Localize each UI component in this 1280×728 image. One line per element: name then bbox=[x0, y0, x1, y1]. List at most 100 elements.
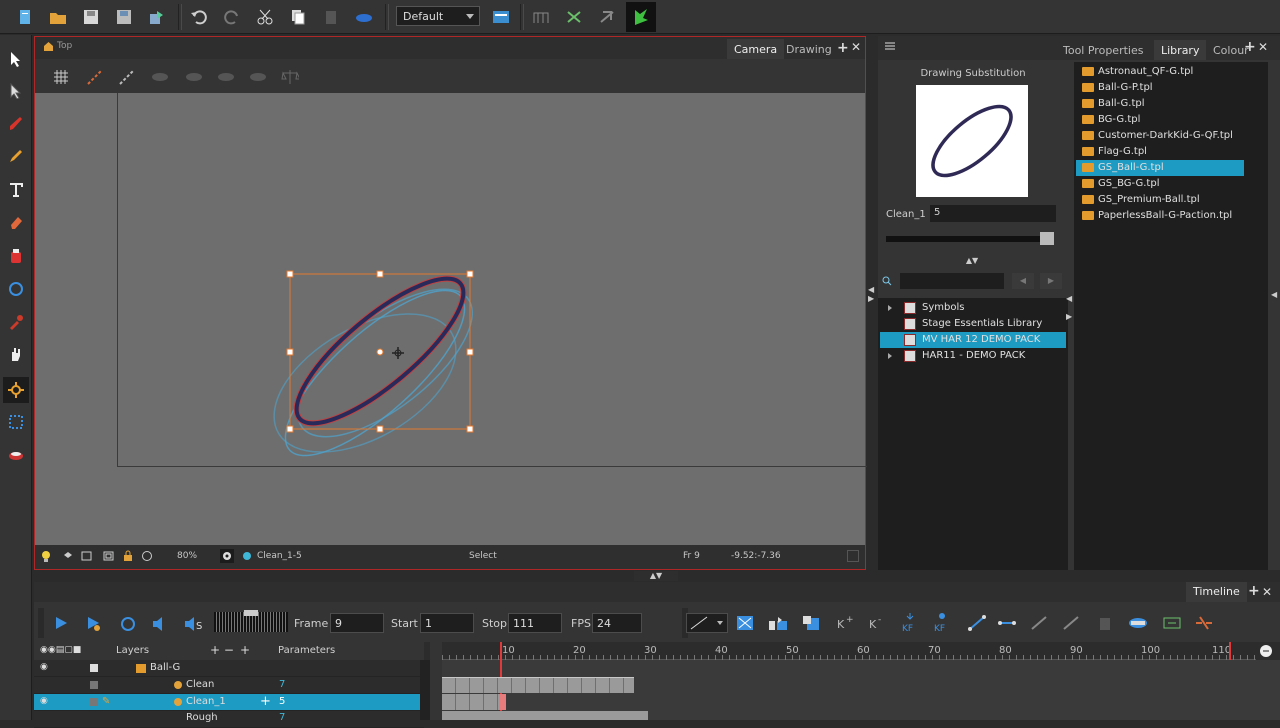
save-icon[interactable] bbox=[80, 6, 102, 28]
transform-tool-icon[interactable] bbox=[3, 377, 29, 403]
sound-scrub-icon[interactable]: S bbox=[184, 616, 204, 632]
set-keyframe-icon[interactable]: KF bbox=[900, 612, 920, 632]
tree-item-mv-har12[interactable]: MV HAR 12 DEMO PACK bbox=[880, 332, 1066, 348]
zoom-timeline-icon[interactable] bbox=[1256, 642, 1280, 660]
tool3-icon[interactable] bbox=[596, 6, 618, 28]
delete-icon[interactable] bbox=[1098, 615, 1112, 631]
redo-icon[interactable] bbox=[221, 6, 243, 28]
vertical-splitter[interactable]: ▲▼ bbox=[634, 571, 678, 581]
play-icon[interactable] bbox=[54, 616, 68, 630]
search-prev-icon[interactable]: ◀ bbox=[1012, 273, 1034, 289]
import-icon[interactable] bbox=[146, 6, 168, 28]
cut-icon[interactable] bbox=[254, 6, 276, 28]
clone-icon[interactable] bbox=[1128, 615, 1148, 631]
layer-row[interactable]: ◉ Ball-G bbox=[34, 660, 424, 677]
add-panel-icon[interactable]: + bbox=[1244, 39, 1256, 55]
pencil-tool-icon[interactable] bbox=[5, 145, 27, 167]
layer-row-selected[interactable]: ◉ ✎ Clean_1 + 5 bbox=[34, 694, 424, 711]
home-icon[interactable] bbox=[43, 41, 53, 51]
panel-menu-icon[interactable] bbox=[884, 41, 896, 51]
layer-icon[interactable] bbox=[63, 551, 73, 561]
dropper-tool-icon[interactable] bbox=[5, 311, 27, 333]
tab-library[interactable]: Library bbox=[1154, 40, 1207, 60]
brush-icon[interactable] bbox=[353, 6, 375, 28]
exposure-rough[interactable] bbox=[442, 711, 648, 720]
open-icon[interactable] bbox=[47, 6, 69, 28]
onion-skin-icon[interactable] bbox=[119, 69, 135, 85]
tree-item-symbols[interactable]: Symbols bbox=[880, 300, 1066, 316]
new-scene-icon[interactable] bbox=[14, 6, 36, 28]
disable-icon[interactable] bbox=[736, 615, 754, 631]
undo-icon[interactable] bbox=[188, 6, 210, 28]
onion-range-icon[interactable] bbox=[217, 71, 235, 83]
zoom-level[interactable]: 80% bbox=[177, 551, 197, 561]
add-layer-icon[interactable]: + − bbox=[210, 643, 234, 657]
select-keyframe-icon[interactable]: KF bbox=[932, 612, 952, 632]
timing-icon[interactable] bbox=[1194, 615, 1214, 631]
current-cell[interactable] bbox=[500, 694, 506, 710]
add-drawing-icon[interactable]: + bbox=[260, 694, 271, 709]
close-view-icon[interactable]: ✕ bbox=[851, 40, 861, 54]
select-tool-icon[interactable] bbox=[5, 48, 27, 70]
eraser-tool-icon[interactable] bbox=[5, 212, 27, 234]
flip-icon[interactable] bbox=[1162, 615, 1182, 631]
ball-drawing[interactable] bbox=[35, 93, 865, 545]
layer-actions-icon[interactable]: + bbox=[240, 643, 250, 657]
template-item[interactable]: GS_BG-G.tpl bbox=[1076, 176, 1244, 192]
stop-motion-icon[interactable] bbox=[998, 615, 1016, 631]
close-panel-icon[interactable]: ✕ bbox=[1258, 40, 1268, 54]
close-timeline-icon[interactable]: ✕ bbox=[1262, 585, 1272, 599]
frame-icon[interactable] bbox=[81, 551, 92, 561]
motion-keyframe-icon[interactable] bbox=[968, 615, 986, 631]
grid-icon[interactable] bbox=[53, 69, 69, 85]
paint-tool-icon[interactable] bbox=[5, 245, 27, 267]
light-table-icon[interactable] bbox=[87, 69, 103, 85]
exposure-clean[interactable] bbox=[442, 677, 634, 693]
copy-icon[interactable] bbox=[287, 6, 309, 28]
tree-item-stage-essentials[interactable]: Stage Essentials Library bbox=[880, 316, 1066, 332]
onion-next-icon[interactable] bbox=[185, 71, 203, 83]
loop-icon[interactable] bbox=[120, 616, 136, 632]
expand-toggle[interactable]: ▲▼ bbox=[948, 256, 996, 266]
substitution-thumbnail[interactable] bbox=[916, 85, 1028, 197]
cutter-tool-icon[interactable] bbox=[5, 411, 27, 433]
lock-icon[interactable] bbox=[123, 550, 133, 562]
library-search-input[interactable] bbox=[900, 273, 1004, 289]
tool1-icon[interactable] bbox=[530, 6, 552, 28]
substitution-slider[interactable] bbox=[886, 236, 1054, 242]
left-splitter[interactable]: ◀ ▶ bbox=[868, 285, 877, 315]
template-item[interactable]: Astronaut_QF-G.tpl bbox=[1076, 64, 1244, 80]
layer-row[interactable]: Clean 7 bbox=[34, 677, 424, 694]
slider-handle[interactable] bbox=[1040, 232, 1054, 245]
balance-icon[interactable] bbox=[281, 69, 299, 85]
tab-camera[interactable]: Camera bbox=[727, 39, 785, 59]
tab-timeline[interactable]: Timeline bbox=[1186, 582, 1247, 602]
onion-prev-icon[interactable] bbox=[151, 71, 169, 83]
frame-field[interactable]: 9 bbox=[330, 613, 384, 633]
stop-marker[interactable] bbox=[1229, 642, 1231, 660]
paste-icon[interactable] bbox=[320, 6, 342, 28]
text-tool-icon[interactable] bbox=[5, 179, 27, 201]
ellipse-tool-icon[interactable] bbox=[5, 278, 27, 300]
contour-editor-icon[interactable] bbox=[5, 80, 27, 102]
safe-area-icon[interactable] bbox=[103, 551, 114, 561]
search-next-icon[interactable]: ▶ bbox=[1040, 273, 1062, 289]
template-item-selected[interactable]: GS_Ball-G.tpl bbox=[1076, 160, 1244, 176]
frames-area[interactable]: 10 20 30 40 50 60 70 80 90 100 110 bbox=[442, 642, 1280, 720]
toolbar-handle[interactable] bbox=[38, 608, 44, 638]
tool2-icon[interactable] bbox=[563, 6, 585, 28]
reset-view-icon[interactable] bbox=[141, 550, 153, 562]
breadcrumb[interactable]: Top bbox=[57, 41, 72, 51]
stop-field[interactable]: 111 bbox=[508, 613, 562, 633]
sound-icon[interactable] bbox=[152, 616, 168, 632]
extend-exposure-icon[interactable] bbox=[768, 615, 788, 631]
play-selection-icon[interactable] bbox=[86, 616, 102, 632]
exposure-clean1[interactable] bbox=[442, 694, 504, 710]
hand-tool-icon[interactable] bbox=[5, 343, 27, 365]
template-item[interactable]: PaperlessBall-G-Paction.tpl bbox=[1076, 208, 1244, 224]
tree-splitter[interactable]: ◀ ▶ bbox=[1066, 294, 1074, 334]
add-view-icon[interactable]: + bbox=[837, 40, 849, 56]
cell-value-field[interactable]: 5 bbox=[930, 205, 1056, 222]
constant-curve-icon[interactable] bbox=[1062, 615, 1080, 631]
template-item[interactable]: Customer-DarkKid-G-QF.tpl bbox=[1076, 128, 1244, 144]
